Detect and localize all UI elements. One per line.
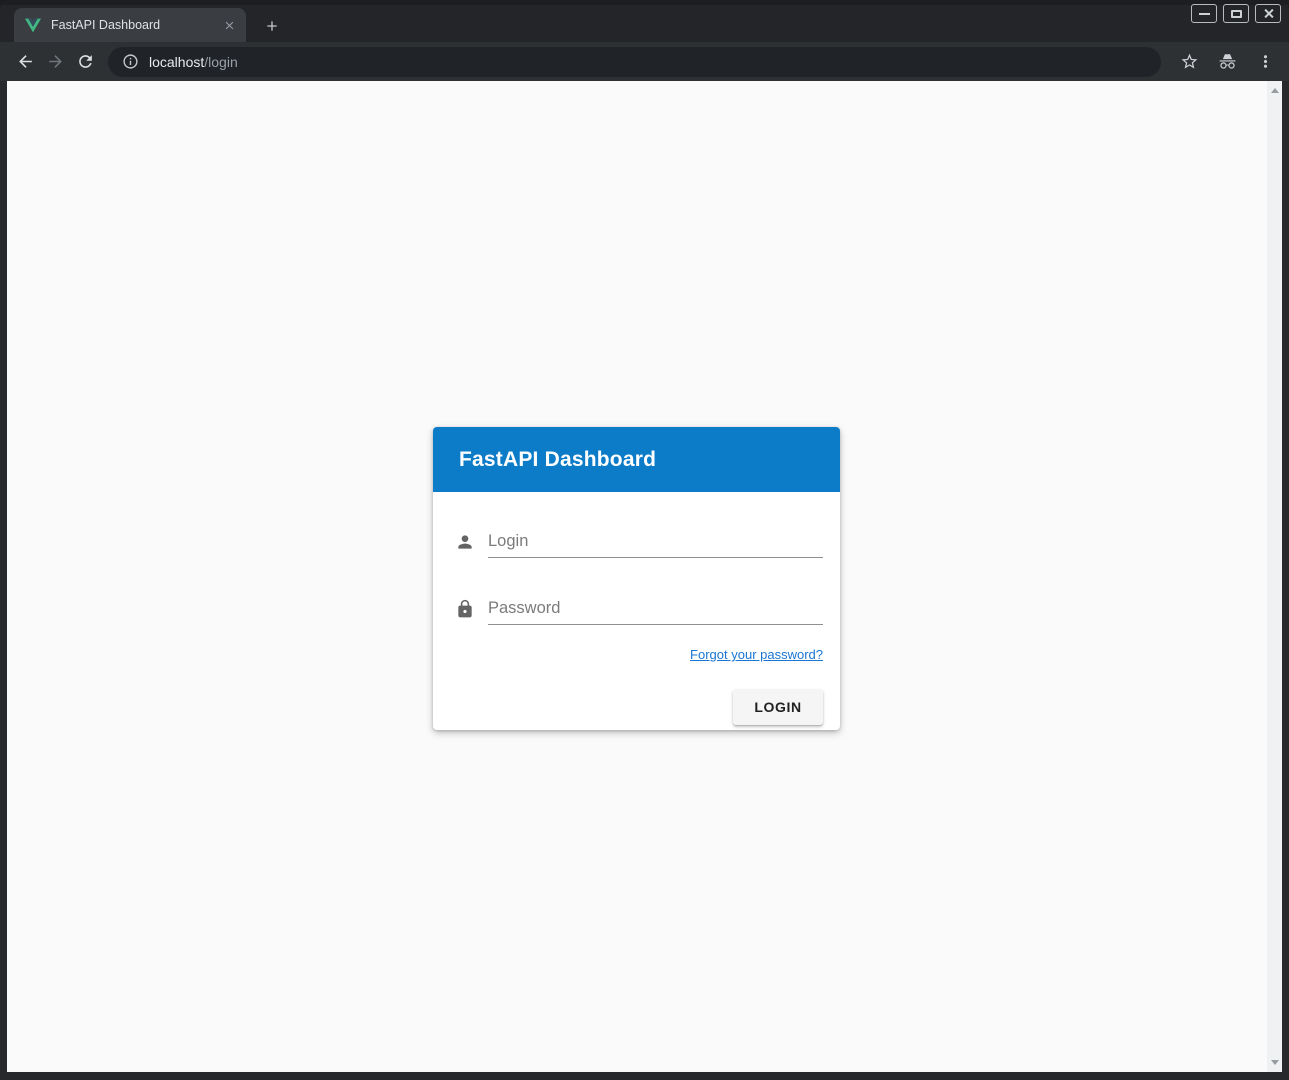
login-field-row: [453, 530, 823, 558]
login-button[interactable]: LOGIN: [733, 689, 823, 725]
back-button[interactable]: [10, 47, 40, 77]
forgot-password-row: Forgot your password?: [453, 646, 823, 664]
forward-button[interactable]: [40, 47, 70, 77]
maximize-button[interactable]: [1223, 4, 1249, 23]
kebab-menu-icon: [1256, 52, 1275, 71]
tab-fastapi-dashboard[interactable]: FastAPI Dashboard: [14, 8, 246, 42]
reload-button[interactable]: [70, 47, 100, 77]
arrow-back-icon: [16, 52, 35, 71]
login-input[interactable]: [488, 530, 823, 557]
person-icon: [455, 532, 475, 552]
card-title: FastAPI Dashboard: [459, 448, 656, 472]
info-icon: [122, 53, 139, 70]
minimize-icon: [1199, 13, 1210, 15]
address-bar[interactable]: localhost/login: [108, 47, 1161, 77]
tab-strip: FastAPI Dashboard: [0, 0, 1289, 42]
scroll-up-button[interactable]: [1267, 83, 1282, 98]
scroll-down-arrow-icon: [1271, 1060, 1279, 1065]
window-controls: [1191, 4, 1281, 23]
card-actions-row: LOGIN: [453, 689, 823, 725]
url-path: /login: [204, 54, 237, 70]
url-text: localhost/login: [149, 54, 238, 70]
login-card: FastAPI Dashboard Forgot your passwo: [433, 427, 840, 730]
tab-close-icon[interactable]: [221, 17, 238, 34]
password-input[interactable]: [488, 597, 823, 624]
incognito-icon: [1218, 52, 1237, 71]
plus-icon: [264, 18, 280, 34]
maximize-icon: [1231, 10, 1242, 18]
bookmark-button[interactable]: [1175, 48, 1203, 76]
close-window-button[interactable]: [1255, 4, 1281, 23]
minimize-button[interactable]: [1191, 4, 1217, 23]
incognito-badge: [1213, 48, 1241, 76]
card-header: FastAPI Dashboard: [433, 427, 840, 492]
lock-icon: [455, 599, 475, 619]
forgot-password-link[interactable]: Forgot your password?: [690, 647, 823, 662]
new-tab-button[interactable]: [260, 14, 284, 38]
browser-menu-button[interactable]: [1251, 48, 1279, 76]
vue-logo-icon: [25, 18, 41, 33]
password-input-underline: [488, 597, 823, 625]
toolbar-right-icons: [1175, 48, 1279, 76]
page-scrollbar[interactable]: [1267, 81, 1282, 1072]
browser-window: FastAPI Dashboard localhost/login: [0, 0, 1289, 1080]
scroll-down-button[interactable]: [1267, 1055, 1282, 1070]
arrow-forward-icon: [46, 52, 65, 71]
reload-icon: [76, 52, 95, 71]
tab-title: FastAPI Dashboard: [51, 18, 221, 32]
close-icon: [1263, 8, 1274, 19]
login-input-underline: [488, 530, 823, 558]
browser-toolbar: localhost/login: [0, 42, 1289, 81]
star-outline-icon: [1180, 52, 1199, 71]
password-field-row: [453, 597, 823, 625]
card-body: Forgot your password? LOGIN: [433, 530, 840, 725]
url-host: localhost: [149, 54, 204, 70]
page-viewport: FastAPI Dashboard Forgot your passwo: [7, 81, 1282, 1072]
scroll-up-arrow-icon: [1271, 88, 1279, 93]
